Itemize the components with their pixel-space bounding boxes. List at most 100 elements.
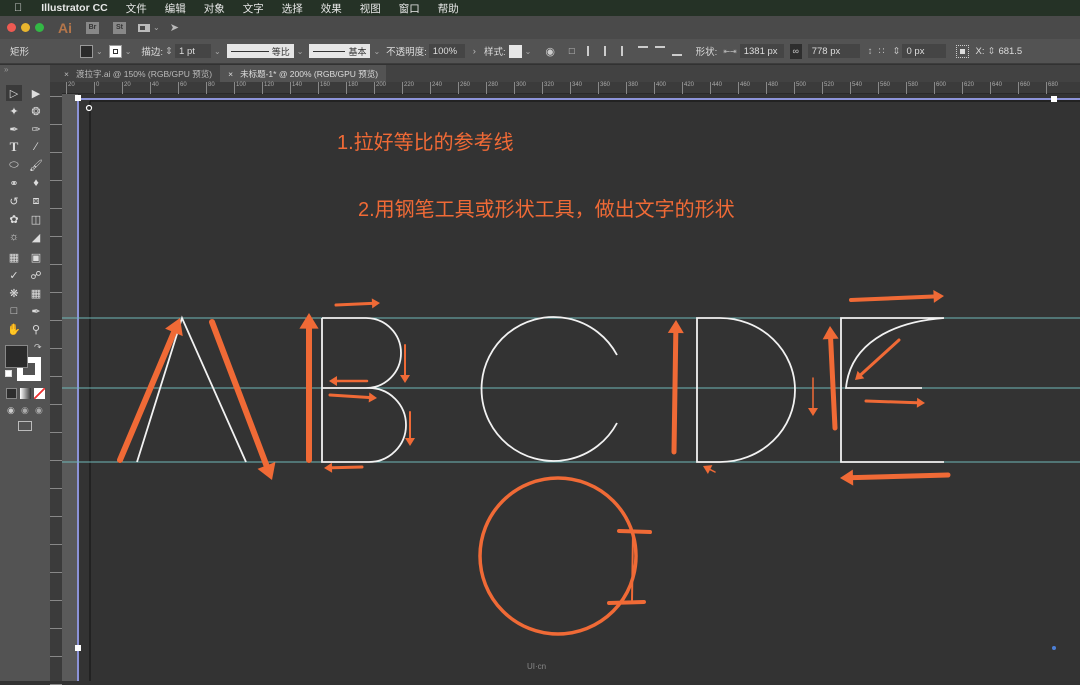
menu-select[interactable]: 选择 (273, 1, 312, 16)
corner-type-icon[interactable]: ∷ (878, 46, 884, 57)
variable-width-profile[interactable]: 等比 (226, 44, 294, 58)
chevron-down-icon[interactable]: ⌄ (153, 23, 160, 32)
align-right-icon[interactable] (620, 46, 631, 56)
chevron-down-icon[interactable]: ⌄ (525, 47, 532, 56)
slice-tool-icon[interactable]: ✒ (28, 303, 44, 319)
column-graph-tool-icon[interactable]: ▦ (28, 285, 44, 301)
ruler-tick-label: 600 (934, 82, 946, 94)
chevron-down-icon[interactable]: ⌄ (125, 47, 132, 56)
zoom-tool-icon[interactable]: ⚲ (28, 321, 44, 337)
stock-button[interactable]: St (113, 21, 126, 34)
chevron-down-icon[interactable]: ⌄ (96, 47, 103, 56)
selection-tool-icon[interactable]: ▷ (6, 85, 22, 101)
draw-inside-icon[interactable]: ◉ (35, 405, 43, 416)
menu-app-name[interactable]: Illustrator CC (32, 2, 117, 14)
align-top-icon[interactable] (637, 46, 648, 56)
close-tab-icon[interactable]: × (228, 69, 233, 79)
x-stepper-icon[interactable]: ⇕ (987, 46, 995, 57)
rocket-icon[interactable]: ➤ (170, 21, 179, 34)
symbol-sprayer-tool-icon[interactable]: ❋ (6, 285, 22, 301)
close-window-button[interactable] (7, 23, 16, 32)
menu-edit[interactable]: 编辑 (156, 1, 195, 16)
none-mode-icon[interactable] (34, 388, 45, 399)
opacity-field[interactable]: 100% (428, 44, 465, 58)
shape-builder-tool-icon[interactable]: ☼ (6, 229, 22, 245)
width-field[interactable]: 1381 px (739, 44, 784, 58)
align-vertical-center-icon[interactable] (654, 46, 665, 56)
rotate-tool-icon[interactable]: ↺ (6, 193, 22, 209)
align-bottom-icon[interactable] (671, 46, 682, 56)
graphic-style-swatch[interactable] (508, 44, 522, 58)
gradient-mode-icon[interactable] (20, 388, 31, 399)
artboard-tool-icon[interactable]: □ (6, 303, 22, 319)
corner-stepper-icon[interactable]: ⇕ (893, 46, 901, 57)
menu-help[interactable]: 帮助 (429, 1, 468, 16)
align-horizontal-center-icon[interactable] (603, 46, 614, 56)
panel-collapse-icon[interactable]: » (0, 65, 50, 81)
chevron-down-icon[interactable]: ⌄ (373, 47, 380, 56)
shaper-tool-icon[interactable]: ⚭ (6, 175, 22, 191)
corner-radius-field[interactable]: 0 px (902, 44, 947, 58)
menu-window[interactable]: 窗口 (390, 1, 429, 16)
stroke-swatch[interactable] (108, 44, 122, 58)
warp-tool-icon[interactable]: ✿ (6, 211, 22, 227)
height-field[interactable]: 778 px (807, 44, 860, 58)
recolor-globe-icon[interactable]: ◉ (545, 45, 555, 58)
fill-color-box[interactable] (5, 345, 28, 368)
eraser-tool-icon[interactable]: ♦ (28, 175, 44, 191)
close-tab-icon[interactable]: × (64, 69, 69, 79)
free-transform-tool-icon[interactable]: ◫ (28, 211, 44, 227)
pen-tool-icon[interactable]: ✒ (6, 121, 22, 137)
tab-document-1[interactable]: × 渡拉字.ai @ 150% (RGB/GPU 预览) (56, 65, 220, 82)
zoom-window-button[interactable] (35, 23, 44, 32)
stroke-weight-field[interactable]: 1 pt (175, 44, 212, 58)
swap-colors-icon[interactable]: ↷ (34, 342, 42, 353)
tab-document-2[interactable]: × 未标题-1* @ 200% (RGB/GPU 预览) (220, 65, 387, 82)
direct-selection-tool-icon[interactable]: ▶ (28, 85, 44, 101)
paintbrush-tool-icon[interactable]: 🖌 (28, 157, 44, 173)
horizontal-ruler[interactable]: 20 0 20 40 60 80 100 120 140 160 180 200 220 240 260 28… (62, 82, 1080, 94)
constrain-proportions-link-icon[interactable]: ∞ (789, 43, 802, 59)
chevron-down-icon[interactable]: ⌄ (214, 47, 221, 56)
brush-definition[interactable]: 基本 (309, 44, 371, 58)
blend-tool-icon[interactable]: ☍ (28, 267, 44, 283)
chevron-right-icon[interactable]: › (473, 46, 476, 57)
hand-tool-icon[interactable]: ✋ (6, 321, 22, 337)
ellipse-tool-icon[interactable]: ⬭ (6, 157, 22, 173)
x-field[interactable]: 681.5 (998, 46, 1022, 57)
menu-object[interactable]: 对象 (195, 1, 234, 16)
magic-wand-tool-icon[interactable]: ✦ (6, 103, 22, 119)
type-tool-icon[interactable]: T (6, 139, 22, 155)
bridge-button[interactable]: Br (86, 21, 99, 34)
menu-type[interactable]: 文字 (234, 1, 273, 16)
lasso-tool-icon[interactable]: ❂ (28, 103, 44, 119)
menu-file[interactable]: 文件 (117, 1, 156, 16)
perspective-grid-tool-icon[interactable]: ◢ (28, 229, 44, 245)
default-colors-icon[interactable] (5, 370, 12, 377)
screen-mode-icon[interactable] (18, 421, 32, 431)
align-to-icon[interactable]: □ (569, 46, 575, 57)
line-tool-icon[interactable]: ∕ (28, 139, 44, 155)
vertical-ruler[interactable] (50, 82, 62, 685)
scale-tool-icon[interactable]: ⧈ (28, 193, 44, 209)
color-mode-icon[interactable] (6, 388, 17, 399)
draw-behind-icon[interactable]: ◉ (21, 405, 29, 416)
reference-point-icon[interactable] (956, 44, 970, 58)
ruler-tick (50, 600, 62, 601)
stroke-stepper-icon[interactable]: ⇕ (165, 46, 173, 57)
align-left-icon[interactable] (586, 46, 597, 56)
fill-swatch[interactable] (80, 44, 93, 58)
height-icon: ↕ (867, 45, 873, 57)
minimize-window-button[interactable] (21, 23, 30, 32)
menu-view[interactable]: 视图 (351, 1, 390, 16)
menu-effect[interactable]: 效果 (312, 1, 351, 16)
gradient-tool-icon[interactable]: ▣ (28, 249, 44, 265)
curvature-tool-icon[interactable]: ✑ (28, 121, 44, 137)
eyedropper-tool-icon[interactable]: ✓ (6, 267, 22, 283)
draw-normal-icon[interactable]: ◉ (7, 405, 15, 416)
chevron-down-icon[interactable]: ⌄ (297, 47, 304, 56)
apple-menu-icon[interactable]:  (0, 2, 32, 14)
canvas-area[interactable]: 1.拉好等比的参考线 2.用钢笔工具或形状工具，做出文字的形状 UI·cn (62, 94, 1080, 681)
layout-icon[interactable] (138, 23, 150, 32)
mesh-tool-icon[interactable]: ▦ (6, 249, 22, 265)
